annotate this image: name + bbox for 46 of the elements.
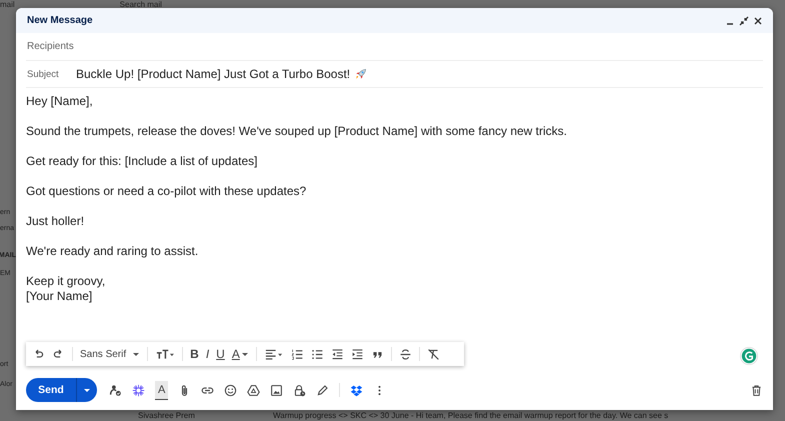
- close-icon[interactable]: [753, 16, 763, 26]
- app-logo-text: mail: [0, 0, 15, 8]
- dropbox-icon[interactable]: [350, 384, 364, 396]
- body-text: Get ready for this: [Include a list of updates]: [26, 154, 258, 169]
- numbered-list-icon[interactable]: [290, 348, 304, 360]
- indent-more-icon[interactable]: [350, 348, 364, 360]
- caret-icon: [240, 350, 249, 358]
- body-text: Got questions or need a co-pilot with these updates?: [26, 184, 308, 199]
- emoji-icon[interactable]: [224, 384, 238, 396]
- indent-less-icon[interactable]: [330, 348, 344, 360]
- text-color-button[interactable]: A: [232, 347, 249, 361]
- body-text: Keep it groovy,: [26, 274, 106, 289]
- text-size-icon[interactable]: [155, 348, 176, 360]
- body-text: Sound the trumpets, release the doves! We've souped up [Product Name] with some fancy new tricks.: [26, 124, 568, 139]
- drive-icon[interactable]: [247, 384, 260, 396]
- sparkle-icon[interactable]: [132, 384, 145, 396]
- bold-button[interactable]: B: [190, 347, 199, 361]
- caret-icon: [132, 350, 140, 358]
- align-icon[interactable]: [264, 348, 284, 360]
- body-text: We're ready and raring to assist.: [26, 244, 200, 259]
- subject-field[interactable]: Buckle Up! [Product Name] Just Got a Turbo Boost!: [76, 67, 350, 81]
- user-check-icon[interactable]: [109, 384, 122, 396]
- email-preview: Warmup progress <> SKC <> 30 June - Hi team, Please find the email warmup report for the day. We can see s: [273, 410, 668, 420]
- lock-clock-icon[interactable]: [293, 384, 306, 396]
- send-button[interactable]: Send: [26, 378, 76, 402]
- subject-label: Subject: [26, 68, 60, 80]
- send-options-button[interactable]: [76, 378, 97, 402]
- formatting-options-button[interactable]: A: [155, 380, 168, 400]
- rocket-icon: [354, 68, 368, 80]
- clear-formatting-icon[interactable]: [426, 348, 440, 360]
- window-title: New Message: [27, 15, 93, 26]
- body-text: [Your Name]: [26, 289, 94, 304]
- font-dropdown[interactable]: Sans Serif: [80, 348, 140, 360]
- email-sender: Sivashree Prem: [138, 410, 196, 420]
- bulleted-list-icon[interactable]: [310, 348, 324, 360]
- caret-icon: [83, 386, 91, 394]
- delete-icon[interactable]: [750, 384, 763, 396]
- strikethrough-icon[interactable]: [398, 348, 412, 360]
- pen-icon[interactable]: [316, 384, 330, 396]
- body-text: Hey [Name],: [26, 94, 94, 109]
- underline-button[interactable]: U: [216, 347, 225, 361]
- grammar-assistant-icon[interactable]: [740, 347, 758, 365]
- exit-fullscreen-icon[interactable]: [739, 16, 749, 26]
- italic-button[interactable]: I: [206, 347, 210, 361]
- body-text: Just holler!: [26, 214, 86, 229]
- photo-icon[interactable]: [270, 384, 284, 396]
